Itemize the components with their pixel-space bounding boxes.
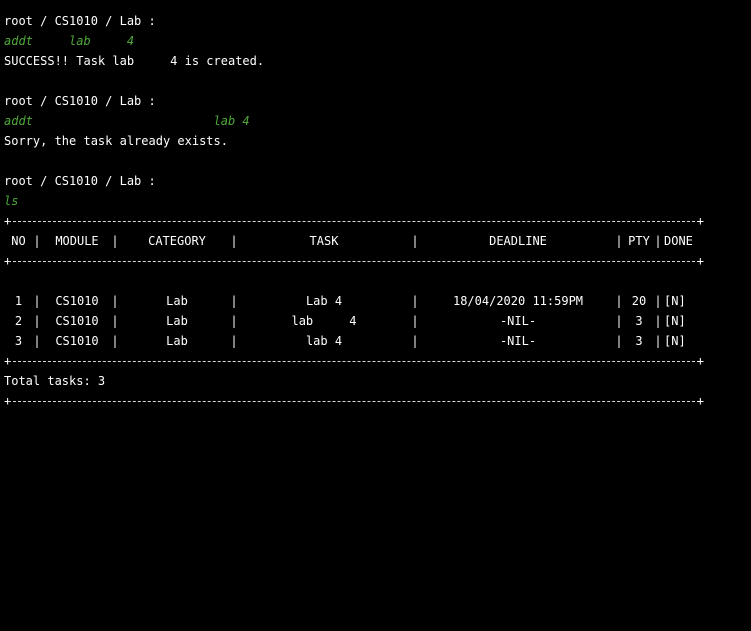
terminal-window[interactable]: root / CS1010 / Lab : addt lab 4 SUCCESS… xyxy=(4,11,749,411)
header-module: MODULE xyxy=(55,234,99,248)
command-output: SUCCESS!! Task lab 4 is created. xyxy=(4,54,265,68)
cell-pty: 20 xyxy=(631,294,647,308)
task-table: + + NO | MODULE | CATEGORY | TASK | DEAD… xyxy=(4,211,749,411)
column-separator: | xyxy=(654,334,662,348)
table-row: 1 | CS1010 | Lab | Lab 4 | 18/04/2020 11… xyxy=(4,291,749,311)
table-border-bottom: + + xyxy=(4,391,704,411)
table-header-row: NO | MODULE | CATEGORY | TASK | DEADLINE… xyxy=(4,231,749,251)
column-separator: | xyxy=(111,294,119,308)
command-line: addt lab 4 xyxy=(4,34,135,48)
column-separator: | xyxy=(33,334,41,348)
prompt-line: root / CS1010 / Lab : xyxy=(4,174,156,188)
cell-no: 3 xyxy=(14,334,23,348)
prompt-line: root / CS1010 / Lab : xyxy=(4,94,156,108)
prompt-line: root / CS1010 / Lab : xyxy=(4,14,156,28)
table-corner: + xyxy=(696,214,704,228)
column-separator: | xyxy=(33,294,41,308)
cell-done: [N] xyxy=(664,294,686,308)
cell-module: CS1010 xyxy=(55,294,99,308)
table-dash-rule xyxy=(8,401,700,402)
header-task: TASK xyxy=(309,234,339,248)
column-separator: | xyxy=(230,234,238,248)
table-corner: + xyxy=(696,354,704,368)
table-corner: + xyxy=(696,394,704,408)
cell-deadline: 18/04/2020 11:59PM xyxy=(452,294,584,308)
command-line: addt lab 4 xyxy=(4,114,250,128)
table-dash-rule xyxy=(8,221,700,222)
cell-pty: 3 xyxy=(635,314,643,328)
table-row: 3 | CS1010 | Lab | lab 4 | -NIL- | 3 | [… xyxy=(4,331,749,351)
cell-deadline: -NIL- xyxy=(499,314,537,328)
cell-task: lab 4 xyxy=(305,334,343,348)
table-dash-rule xyxy=(8,361,700,362)
table-corner: + xyxy=(696,254,704,268)
table-dash-rule xyxy=(8,261,700,262)
table-border-header: + + xyxy=(4,251,704,271)
column-separator: | xyxy=(654,314,662,328)
cell-category: Lab xyxy=(166,314,188,328)
header-done: DONE xyxy=(664,234,693,248)
column-separator: | xyxy=(111,314,119,328)
column-separator: | xyxy=(111,234,119,248)
cell-pty: 3 xyxy=(635,334,643,348)
header-deadline: DEADLINE xyxy=(489,234,547,248)
cell-task: lab 4 xyxy=(291,314,357,328)
column-separator: | xyxy=(33,234,41,248)
cell-module: CS1010 xyxy=(55,314,99,328)
header-pty: PTY xyxy=(628,234,650,248)
header-category: CATEGORY xyxy=(148,234,206,248)
cell-done: [N] xyxy=(664,334,686,348)
column-separator: | xyxy=(111,334,119,348)
command-line: ls xyxy=(4,194,19,208)
column-separator: | xyxy=(33,314,41,328)
column-separator: | xyxy=(615,294,623,308)
total-tasks: Total tasks: 3 xyxy=(4,374,106,388)
table-row: 2 | CS1010 | Lab | lab 4 | -NIL- | 3 | [… xyxy=(4,311,749,331)
header-no: NO xyxy=(11,234,26,248)
table-border-top: + + xyxy=(4,211,704,231)
cell-no: 2 xyxy=(14,314,23,328)
cell-module: CS1010 xyxy=(55,334,99,348)
command-output: Sorry, the task already exists. xyxy=(4,134,228,148)
column-separator: | xyxy=(615,314,623,328)
column-separator: | xyxy=(230,334,238,348)
cell-deadline: -NIL- xyxy=(499,334,537,348)
cell-task: Lab 4 xyxy=(305,294,343,308)
cell-category: Lab xyxy=(166,334,188,348)
column-separator: | xyxy=(654,294,662,308)
column-separator: | xyxy=(654,234,662,248)
column-separator: | xyxy=(230,314,238,328)
table-border-body: + + xyxy=(4,351,704,371)
column-separator: | xyxy=(615,334,623,348)
column-separator: | xyxy=(230,294,238,308)
cell-category: Lab xyxy=(166,294,188,308)
cell-no: 1 xyxy=(14,294,23,308)
cell-done: [N] xyxy=(664,314,686,328)
column-separator: | xyxy=(615,234,623,248)
